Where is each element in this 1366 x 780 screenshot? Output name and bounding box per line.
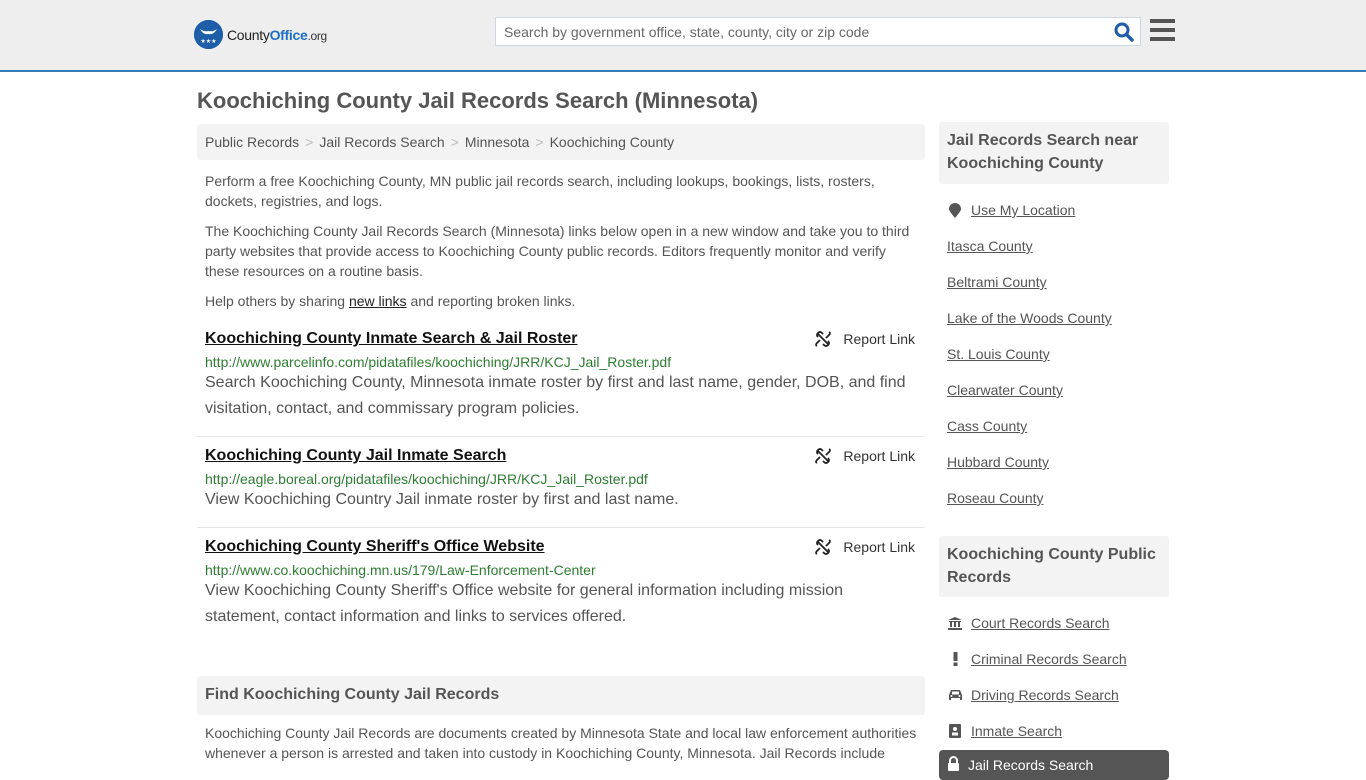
result-description: View Koochiching Country Jail inmate ros… (205, 491, 679, 508)
breadcrumb-jail-records-search[interactable]: Jail Records Search (319, 134, 444, 150)
driving-records-search-link[interactable]: Driving Records Search (971, 687, 1119, 703)
new-links-link[interactable]: new links (349, 293, 407, 309)
nearby-county-link[interactable]: Roseau County (947, 490, 1044, 506)
search-input[interactable] (496, 18, 1096, 45)
breadcrumb-separator: > (535, 134, 544, 150)
broken-link-icon (815, 331, 832, 347)
result-url: http://eagle.boreal.org/pidatafiles/kooc… (205, 471, 648, 487)
breadcrumb-separator: > (450, 134, 459, 150)
court-records-search-link[interactable]: Court Records Search (971, 615, 1110, 631)
report-link-button[interactable]: Report Link (815, 331, 915, 347)
criminal-records-search-link[interactable]: Criminal Records Search (971, 651, 1127, 667)
courthouse-icon (947, 616, 963, 630)
page-title: Koochiching County Jail Records Search (… (197, 88, 759, 113)
lock-icon (947, 756, 960, 774)
result-title-link[interactable]: Koochiching County Sheriff's Office Webs… (205, 538, 545, 555)
use-my-location-link[interactable]: Use My Location (971, 202, 1075, 218)
site-search (495, 17, 1141, 46)
public-records-list: Court Records Search Criminal Records Se… (947, 605, 1127, 749)
car-icon (947, 689, 963, 701)
result-url: http://www.parcelinfo.com/pidatafiles/ko… (205, 354, 672, 370)
exclamation-icon (947, 652, 963, 666)
search-icon[interactable] (1114, 22, 1134, 42)
result-title-link[interactable]: Koochiching County Inmate Search & Jail … (205, 330, 578, 347)
public-records-item: Inmate Search (947, 713, 1127, 749)
id-badge-icon (947, 724, 963, 738)
result-item: Koochiching County Inmate Search & Jail … (197, 330, 925, 437)
report-link-button[interactable]: Report Link (815, 539, 915, 555)
find-records-heading: Find Koochiching County Jail Records (197, 676, 925, 715)
broken-link-icon (815, 448, 832, 464)
intro-paragraph-2: The Koochiching County Jail Records Sear… (205, 223, 910, 279)
eagle-logo-icon: ★★★ (194, 20, 223, 49)
breadcrumb-minnesota[interactable]: Minnesota (465, 134, 530, 150)
svg-text:★★★: ★★★ (200, 38, 216, 45)
intro-paragraph-3: Help others by sharing new links and rep… (205, 293, 576, 309)
nearby-county-link[interactable]: Lake of the Woods County (947, 310, 1112, 326)
public-records-item: Criminal Records Search (947, 641, 1127, 677)
map-marker-icon (947, 202, 963, 218)
public-records-item: Driving Records Search (947, 677, 1127, 713)
breadcrumb-public-records[interactable]: Public Records (205, 134, 299, 150)
intro-paragraph-1: Perform a free Koochiching County, MN pu… (205, 173, 875, 209)
nearby-county-link[interactable]: Beltrami County (947, 274, 1047, 290)
hamburger-menu-icon[interactable] (1150, 19, 1175, 41)
result-description: Search Koochiching County, Minnesota inm… (205, 374, 906, 417)
result-url: http://www.co.koochiching.mn.us/179/Law-… (205, 562, 596, 578)
public-records-item: Court Records Search (947, 605, 1127, 641)
use-location-item: Use My Location (947, 192, 1112, 228)
logo-wordmark: CountyOffice.org (227, 26, 327, 43)
nearby-county-link[interactable]: Cass County (947, 418, 1027, 434)
inmate-search-link[interactable]: Inmate Search (971, 723, 1062, 739)
jail-records-search-link[interactable]: Jail Records Search (968, 757, 1093, 773)
breadcrumb-separator: > (305, 134, 314, 150)
find-records-text: Koochiching County Jail Records are docu… (205, 725, 917, 761)
result-title-link[interactable]: Koochiching County Jail Inmate Search (205, 447, 506, 464)
site-logo[interactable]: ★★★ CountyOffice.org (194, 20, 327, 49)
nearby-county-link[interactable]: St. Louis County (947, 346, 1050, 362)
nearby-county-link[interactable]: Hubbard County (947, 454, 1049, 470)
result-description: View Koochiching County Sheriff's Office… (205, 582, 844, 625)
nearby-list: Use My Location Itasca County Beltrami C… (947, 192, 1112, 516)
jail-records-search-active-item[interactable]: Jail Records Search (939, 750, 1169, 780)
report-link-button[interactable]: Report Link (815, 448, 915, 464)
site-header: ★★★ CountyOffice.org (0, 0, 1366, 72)
intro-text: Perform a free Koochiching County, MN pu… (205, 171, 920, 321)
public-records-heading: Koochiching County Public Records (939, 536, 1169, 597)
result-item: Koochiching County Sheriff's Office Webs… (197, 538, 925, 638)
breadcrumb: Public Records > Jail Records Search > Minne… (197, 124, 925, 160)
broken-link-icon (815, 539, 832, 555)
nearby-county-link[interactable]: Itasca County (947, 238, 1033, 254)
nearby-heading: Jail Records Search near Koochiching Cou… (939, 122, 1169, 184)
nearby-county-link[interactable]: Clearwater County (947, 382, 1063, 398)
breadcrumb-koochiching-county[interactable]: Koochiching County (550, 134, 675, 150)
result-item: Koochiching County Jail Inmate Search Re… (197, 447, 925, 528)
